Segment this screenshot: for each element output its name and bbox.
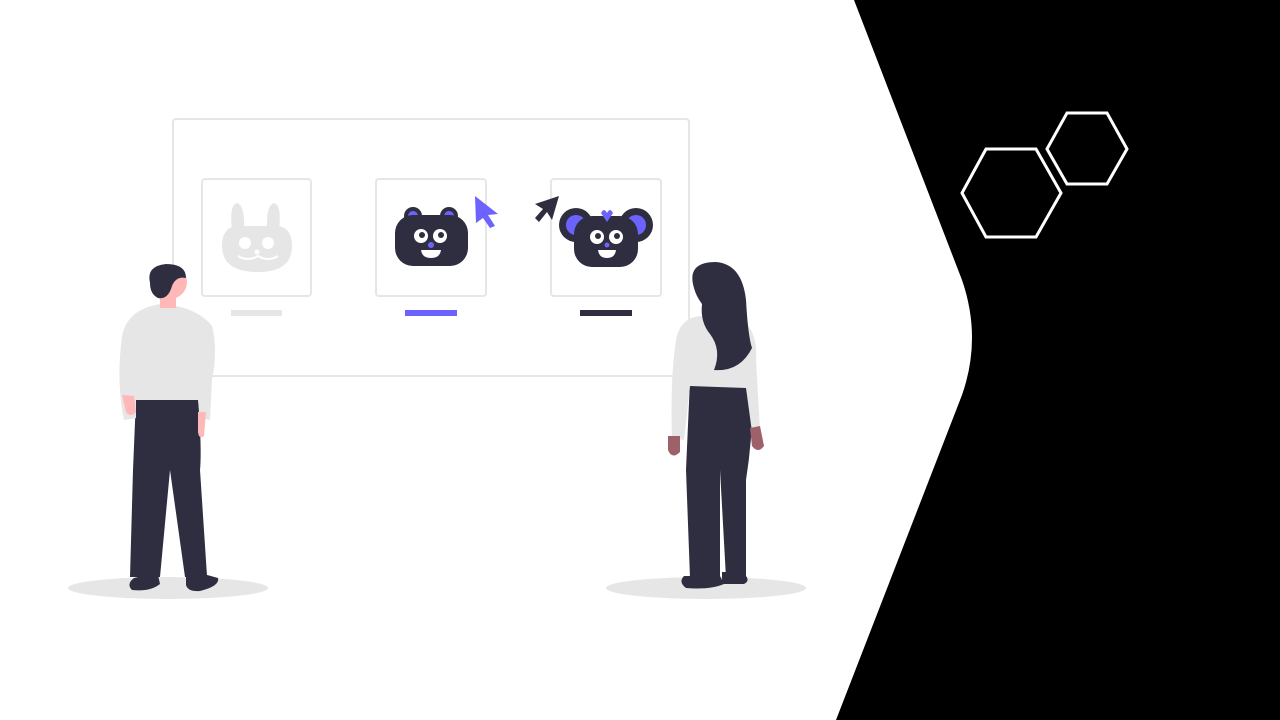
mouse-card-underline (580, 310, 632, 316)
woman-figure (668, 262, 764, 589)
avatar-card-mouse[interactable] (550, 178, 662, 297)
avatar-card-bunny[interactable] (201, 178, 312, 297)
bear-card-underline (405, 310, 457, 316)
illustration-scene (68, 0, 1280, 720)
bunny-card-underline (231, 310, 282, 316)
bear-face-icon (395, 207, 468, 266)
right-dark-panel (836, 0, 1280, 720)
man-shadow (68, 577, 268, 599)
avatar-card-bear[interactable] (375, 178, 487, 297)
man-figure (119, 264, 219, 592)
